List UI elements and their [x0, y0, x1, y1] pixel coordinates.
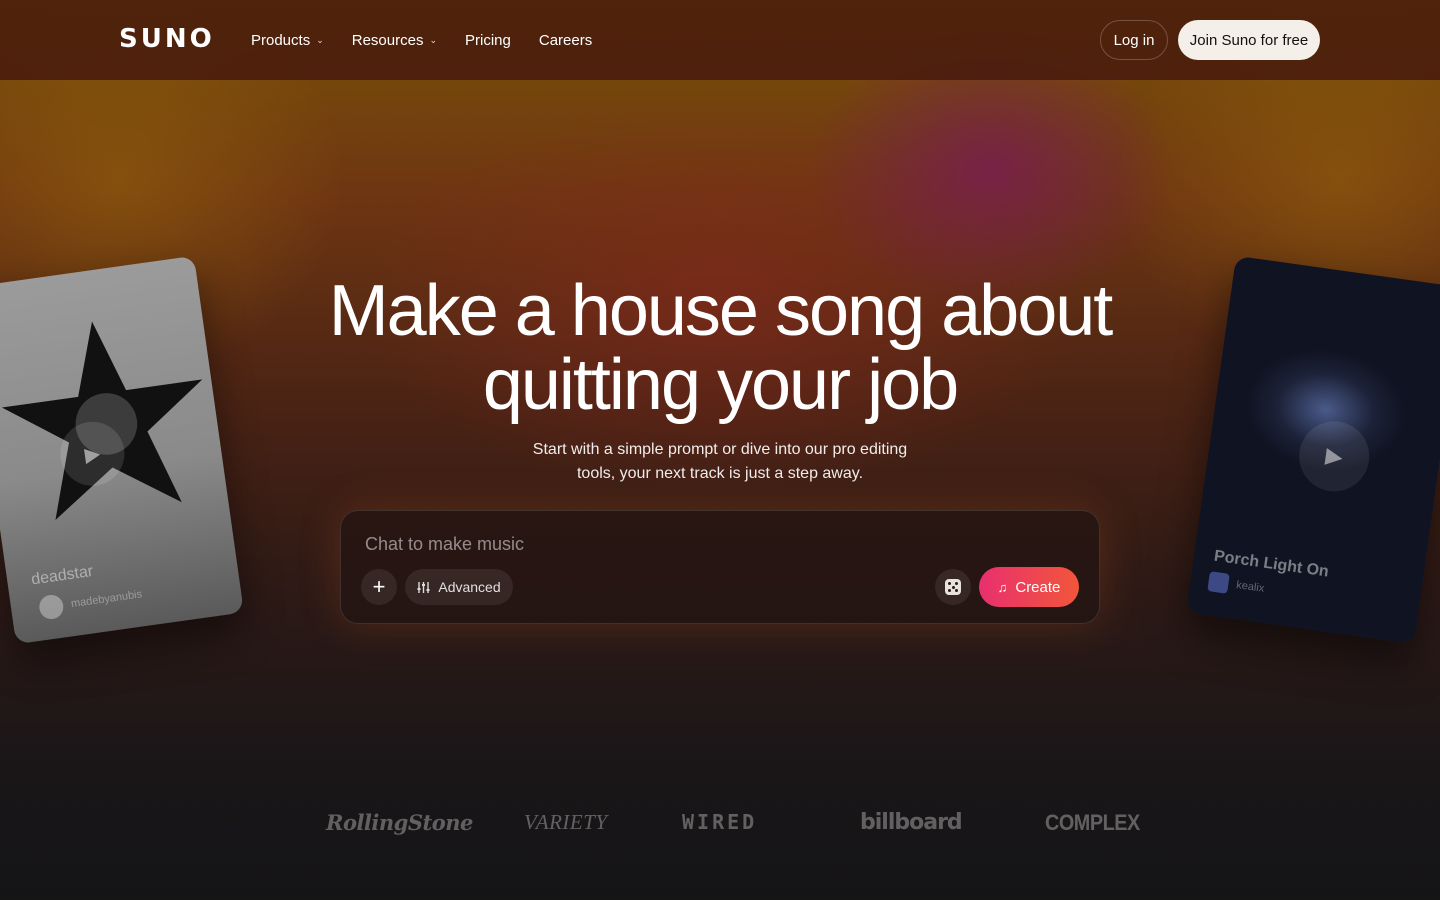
song-artist: kealix [1235, 579, 1266, 595]
main-nav: Products ⌄ Resources ⌄ Pricing Careers [251, 0, 592, 80]
nav-careers-label: Careers [538, 31, 593, 49]
wired-logo: WIRED [682, 810, 758, 834]
hero-subtitle: Start with a simple prompt or dive into … [520, 438, 920, 486]
song-artist: madebyanubis [70, 588, 143, 611]
billboard-logo: billboard [860, 810, 963, 835]
prompt-box: + Advanced ♫ Create [340, 510, 1100, 624]
create-label: Create [1015, 578, 1061, 596]
nav-resources-label: Resources [351, 31, 424, 49]
hero-title-line1: Make a house song about [328, 271, 1114, 351]
hero-subtitle-line1: Start with a simple prompt or dive into … [532, 441, 908, 458]
chevron-down-icon: ⌄ [316, 34, 324, 45]
chevron-down-icon: ⌄ [429, 34, 437, 45]
hero-title-line2: quitting your job [482, 345, 959, 425]
nav-products[interactable]: Products ⌄ [251, 32, 324, 49]
music-note-icon: ♫ [997, 579, 1008, 595]
nav-careers[interactable]: Careers [539, 32, 592, 49]
complex-logo: COMPLEX [1045, 810, 1140, 835]
prompt-input[interactable] [365, 531, 1065, 557]
artist-avatar [37, 593, 65, 621]
advanced-button[interactable]: Advanced [405, 569, 513, 605]
nav-pricing[interactable]: Pricing [465, 32, 511, 49]
join-free-button[interactable]: Join Suno for free [1178, 20, 1320, 60]
random-prompt-button[interactable] [935, 569, 971, 605]
hero-title: Make a house song about quitting your jo… [0, 274, 1440, 422]
suno-logo[interactable]: SUNO [119, 24, 215, 54]
press-logos: RollingStone VARIETY WIRED billboard COM… [0, 810, 1440, 850]
song-title: Porch Light On [1212, 547, 1330, 581]
song-title: deadstar [30, 562, 95, 589]
artist-avatar [1207, 571, 1230, 594]
plus-icon: + [372, 574, 386, 599]
play-icon[interactable]: ▶ [1294, 416, 1374, 496]
top-nav-bar: SUNO Products ⌄ Resources ⌄ Pricing Care… [0, 0, 1440, 80]
rolling-stone-logo: RollingStone [326, 810, 473, 835]
create-button[interactable]: ♫ Create [979, 567, 1079, 607]
nav-pricing-label: Pricing [465, 31, 511, 49]
nav-products-label: Products [251, 31, 311, 49]
login-button[interactable]: Log in [1100, 20, 1168, 60]
hero-subtitle-line2: tools, your next track is just a step aw… [576, 465, 864, 482]
nav-resources[interactable]: Resources ⌄ [352, 32, 437, 49]
sliders-icon [417, 581, 430, 593]
dice-icon [945, 579, 961, 595]
add-button[interactable]: + [361, 569, 397, 605]
variety-logo: VARIETY [524, 810, 608, 834]
advanced-label: Advanced [438, 579, 501, 595]
